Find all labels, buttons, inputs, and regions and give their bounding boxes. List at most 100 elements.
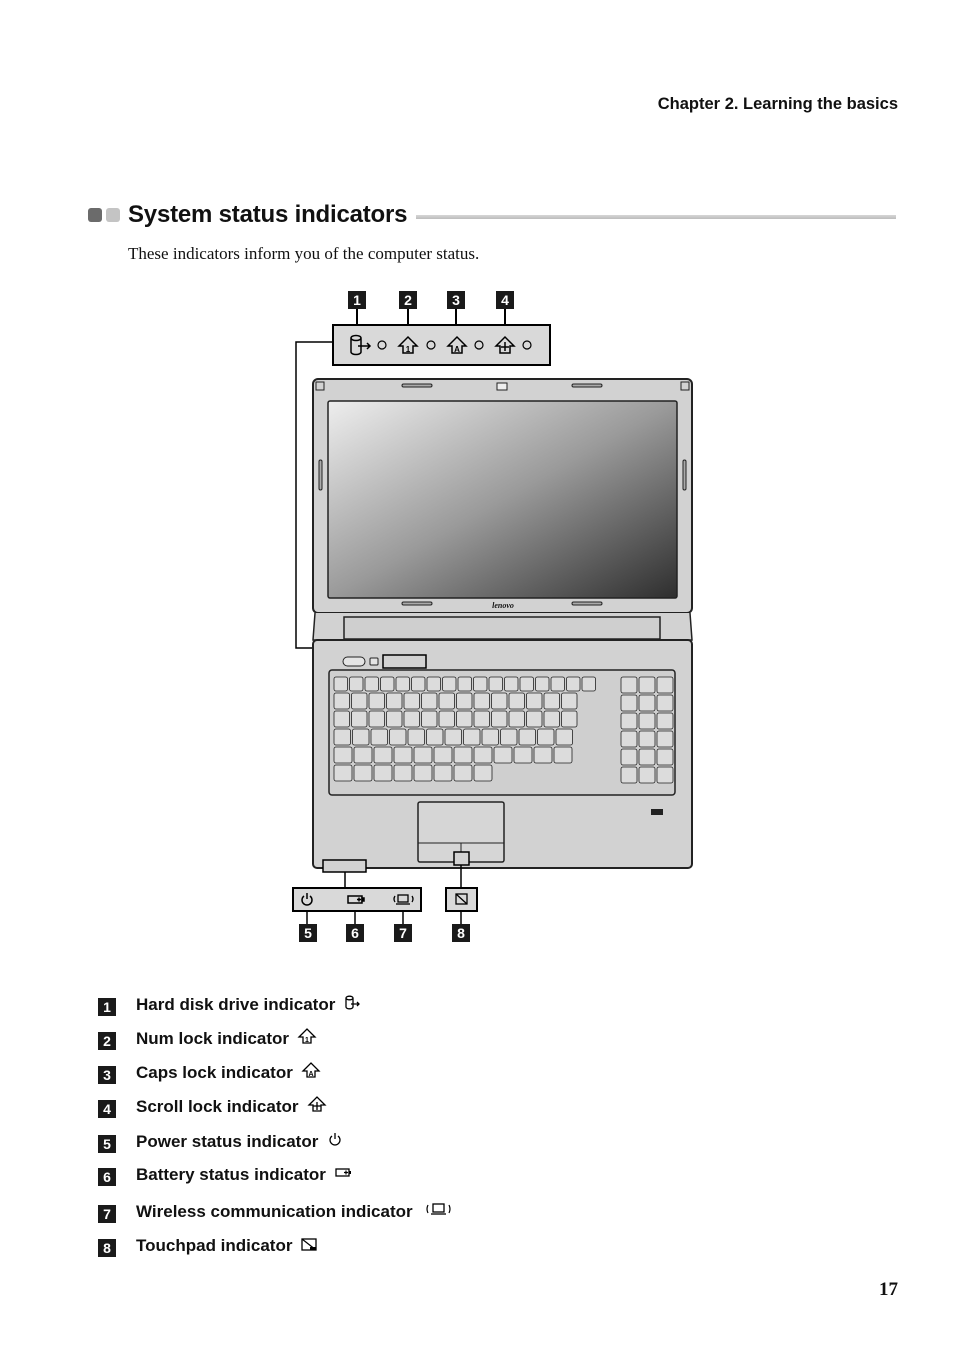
fingerprint-reader — [651, 809, 663, 815]
key — [368, 692, 385, 710]
legend-number-badge: 8 — [98, 1239, 116, 1257]
num-lock-icon: 1 — [297, 1027, 317, 1050]
key — [393, 746, 413, 764]
legend-item: 5 Power status indicator — [98, 1130, 344, 1153]
numpad-key — [656, 676, 674, 694]
legend-number-badge: 6 — [98, 1168, 116, 1186]
key — [373, 746, 393, 764]
legend-label: Scroll lock indicator — [136, 1096, 299, 1116]
key — [488, 676, 503, 692]
top-indicator-highlight — [382, 654, 427, 669]
key — [395, 676, 410, 692]
battery-icon — [334, 1166, 354, 1185]
numpad-key — [620, 676, 638, 694]
numpad-key — [620, 712, 638, 730]
legend-number-badge: 1 — [98, 998, 116, 1016]
legend-label: Battery status indicator — [136, 1165, 326, 1184]
key — [526, 710, 543, 728]
numpad-key — [620, 730, 638, 748]
key — [519, 676, 534, 692]
key — [463, 728, 481, 746]
key — [389, 728, 407, 746]
key — [438, 710, 455, 728]
callout-2: 2 — [399, 291, 417, 325]
key — [491, 710, 508, 728]
caps-lock-icon: A — [301, 1061, 321, 1084]
key — [442, 676, 457, 692]
numpad-key — [620, 694, 638, 712]
numpad-key — [656, 766, 674, 784]
lenovo-logo: lenovo — [492, 601, 514, 610]
key — [561, 710, 578, 728]
key — [508, 710, 525, 728]
legend-item: 6 Battery status indicator — [98, 1164, 354, 1186]
camera-icon — [496, 382, 508, 391]
callout-5-label: 5 — [304, 925, 312, 941]
callout-7-label: 7 — [399, 925, 407, 941]
key — [413, 746, 433, 764]
callout-4: 4 — [496, 291, 514, 325]
laptop-lid: lenovo — [312, 378, 693, 614]
key — [500, 728, 518, 746]
callout-1: 1 — [348, 291, 366, 325]
laptop-base — [312, 639, 693, 873]
top-callouts: 1 2 3 4 — [348, 291, 514, 325]
key — [456, 692, 473, 710]
key — [411, 676, 426, 692]
key — [380, 676, 395, 692]
scroll-lock-icon — [306, 1095, 327, 1118]
key — [481, 728, 499, 746]
key — [352, 728, 370, 746]
key — [533, 746, 553, 764]
numpad-key — [620, 748, 638, 766]
wireless-icon — [421, 1200, 457, 1223]
legend-item: 4 Scroll lock indicator — [98, 1095, 327, 1118]
key — [386, 710, 403, 728]
key — [353, 764, 373, 782]
legend-item: 3 Caps lock indicator A — [98, 1061, 321, 1084]
legend-label: Wireless communication indicator — [136, 1201, 413, 1221]
key — [473, 746, 493, 764]
key — [537, 728, 555, 746]
bottom-callouts: 5 6 7 8 — [299, 924, 470, 942]
hard-disk-icon — [343, 995, 361, 1016]
key — [370, 728, 388, 746]
legend-item: 2 Num lock indicator 1 — [98, 1027, 317, 1050]
key — [553, 746, 573, 764]
key — [353, 746, 373, 764]
key — [504, 676, 519, 692]
key — [473, 764, 493, 782]
key — [473, 710, 490, 728]
power-icon — [326, 1130, 344, 1153]
page-number: 17 — [879, 1279, 898, 1300]
legend-item: 8 Touchpad indicator — [98, 1235, 318, 1257]
key — [393, 764, 413, 782]
key — [364, 676, 379, 692]
key — [373, 764, 393, 782]
hinge — [312, 612, 693, 641]
key — [453, 764, 473, 782]
legend-number-badge: 5 — [98, 1134, 116, 1153]
callout-3: 3 — [447, 291, 465, 325]
numpad-key — [656, 694, 674, 712]
key — [403, 710, 420, 728]
key — [535, 676, 550, 692]
key — [413, 764, 433, 782]
key — [543, 710, 560, 728]
onekey-button — [369, 657, 379, 666]
callout-8-label: 8 — [457, 925, 465, 941]
svg-text:A: A — [454, 345, 460, 354]
key — [513, 746, 533, 764]
numpad-key — [638, 766, 656, 784]
numpad-key — [638, 748, 656, 766]
numpad-key — [620, 766, 638, 784]
screen — [327, 400, 678, 599]
key — [561, 692, 578, 710]
laptop-figure: 1 2 3 4 1 A lenovo 5 6 7 8 — [292, 291, 693, 942]
top-indicator-panel: 1 A — [332, 324, 551, 366]
callout-3-label: 3 — [452, 292, 460, 308]
key — [333, 710, 350, 728]
key — [550, 676, 565, 692]
callout-4-label: 4 — [501, 292, 509, 308]
key — [581, 676, 596, 692]
